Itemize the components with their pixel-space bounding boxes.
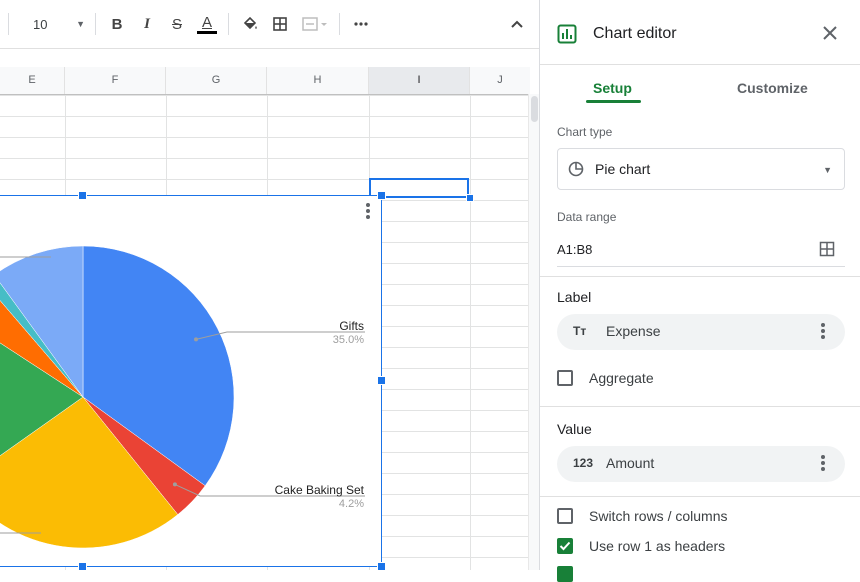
chart-icon	[557, 24, 577, 44]
chevron-up-icon	[511, 20, 523, 28]
chevron-down-icon: ▼	[823, 165, 832, 175]
section-divider	[540, 496, 860, 497]
merge-cells-button[interactable]	[296, 10, 332, 38]
paint-bucket-icon	[243, 16, 257, 30]
resize-handle-right[interactable]	[377, 376, 386, 385]
toolbar-divider	[339, 13, 340, 35]
fill-handle[interactable]	[466, 194, 474, 202]
aggregate-label: Aggregate	[589, 370, 654, 386]
chart-editor-panel: Chart editor Setup Customize Chart type …	[539, 0, 860, 582]
toolbar-divider	[95, 13, 96, 35]
value-series-value: Amount	[606, 455, 655, 471]
chart-type-caption: Chart type	[557, 125, 613, 139]
more-vertical-icon[interactable]	[821, 323, 825, 341]
merge-cells-icon	[302, 17, 327, 31]
chart-editor-title: Chart editor	[593, 25, 677, 42]
section-divider	[540, 406, 860, 407]
section-divider	[540, 276, 860, 277]
resize-handle-top[interactable]	[78, 191, 87, 200]
column-header-h[interactable]: H	[267, 67, 369, 94]
font-size-value: 10	[33, 16, 48, 32]
leader-dot	[172, 482, 177, 487]
label-cake-pct: 4.2%	[338, 498, 364, 510]
column-header-j[interactable]: J	[470, 67, 530, 94]
chevron-down-icon: ▼	[76, 19, 85, 29]
toolbar-divider	[8, 13, 9, 35]
scrollbar-thumb[interactable]	[531, 96, 538, 122]
data-range-caption: Data range	[557, 210, 617, 224]
text-format-icon: Tт	[573, 324, 587, 338]
label-series-chip[interactable]: Tт Expense	[557, 314, 845, 350]
switch-rows-columns-label: Switch rows / columns	[589, 508, 728, 524]
pie-chart[interactable]	[0, 196, 381, 566]
chart-type-select[interactable]: Pie chart ▼	[557, 148, 845, 190]
borders-button[interactable]	[266, 10, 294, 38]
column-header-i[interactable]: I	[369, 67, 470, 94]
label-series-value: Expense	[606, 323, 661, 339]
tab-customize[interactable]: Customize	[737, 80, 808, 96]
tab-setup[interactable]: Setup	[593, 80, 632, 96]
column-header-f[interactable]: F	[65, 67, 166, 94]
collapse-toolbar-button[interactable]	[503, 10, 531, 38]
label-gifts-pct: 35.0%	[332, 334, 364, 346]
chart-editor-header: Chart editor	[540, 0, 860, 65]
aggregate-checkbox[interactable]	[557, 370, 573, 386]
pie-chart-object[interactable]: Gifts 35.0% Cake Baking Set 4.2%	[0, 195, 382, 567]
formatting-toolbar: 10 ▼ B I S A	[0, 0, 539, 49]
use-row-1-headers-checkbox[interactable]	[557, 538, 573, 554]
italic-label: I	[144, 15, 150, 32]
label-cake-name: Cake Baking Set	[274, 483, 364, 497]
column-header-g[interactable]: G	[166, 67, 267, 94]
borders-icon	[273, 17, 287, 31]
active-tab-indicator	[586, 100, 641, 103]
bold-label: B	[111, 15, 123, 33]
data-range-underline	[557, 266, 845, 267]
grid-column-line	[470, 95, 471, 570]
column-header-e[interactable]: E	[0, 67, 65, 94]
label-section-title: Label	[557, 289, 592, 305]
value-section-title: Value	[557, 421, 592, 437]
switch-rows-columns-checkbox[interactable]	[557, 508, 573, 524]
toolbar-divider	[228, 13, 229, 35]
next-option-checkbox[interactable]	[557, 566, 573, 582]
pie-chart-icon	[568, 161, 584, 177]
data-range-input[interactable]: A1:B8	[557, 242, 592, 257]
grid-select-icon[interactable]	[819, 241, 835, 257]
italic-button[interactable]: I	[133, 10, 161, 38]
more-vertical-icon[interactable]	[821, 455, 825, 473]
fill-color-button[interactable]	[236, 10, 264, 38]
chart-type-value: Pie chart	[595, 161, 651, 177]
resize-handle-top-right[interactable]	[377, 191, 386, 200]
checkmark-icon	[559, 541, 571, 551]
close-icon[interactable]	[823, 26, 837, 40]
number-icon: 123	[573, 456, 594, 470]
strikethrough-button[interactable]: S	[163, 10, 191, 38]
bold-button[interactable]: B	[103, 10, 131, 38]
font-size-select[interactable]: 10 ▼	[23, 10, 89, 38]
more-vertical-icon	[366, 203, 370, 207]
column-header-row: E F G H I J	[0, 67, 530, 95]
text-color-label: A	[201, 13, 212, 31]
strikethrough-label: S	[171, 15, 182, 33]
label-gifts-name: Gifts	[339, 319, 364, 333]
leader-dot	[194, 337, 199, 342]
more-horizontal-icon	[354, 22, 368, 26]
use-row-1-headers-label: Use row 1 as headers	[589, 538, 726, 554]
more-tools-button[interactable]	[347, 10, 375, 38]
chart-menu-button[interactable]	[362, 202, 374, 222]
text-color-button[interactable]: A	[193, 10, 221, 38]
text-color-swatch	[197, 30, 217, 34]
value-series-chip[interactable]: 123 Amount	[557, 446, 845, 482]
